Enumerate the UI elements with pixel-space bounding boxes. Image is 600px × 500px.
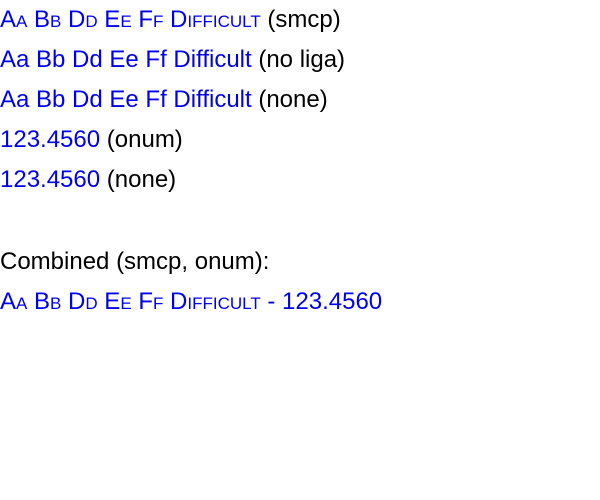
combined-heading: Combined (smcp, onum):	[0, 242, 269, 282]
sample-line-none-text: Aa Bb Dd Ee Ff Difficult (none)	[0, 80, 328, 120]
sample-line-onum: 123.4560 (onum)	[0, 120, 183, 160]
none-text-label: (none)	[258, 86, 328, 113]
combined-sample-text: Aa Bb Dd Ee Ff Difficult - 123.4560	[0, 288, 383, 315]
onum-label: (onum)	[106, 126, 183, 153]
no-liga-label: (no liga)	[258, 46, 346, 73]
none-number-label: (none)	[106, 166, 177, 193]
sample-line-none-number: 123.4560 (none)	[0, 160, 176, 200]
none-text-sample: Aa Bb Dd Ee Ff Difficult	[0, 86, 252, 113]
sample-line-smcp: Aa Bb Dd Ee Ff Difficult (smcp)	[0, 0, 341, 40]
no-liga-sample-text: Aa Bb Dd Ee Ff Difficult	[0, 46, 252, 73]
onum-sample-number: 123.4560	[0, 126, 101, 153]
smcp-sample-text: Aa Bb Dd Ee Ff Difficult	[0, 6, 261, 33]
combined-heading-text: Combined (smcp, onum):	[0, 248, 270, 275]
combined-sample-line: Aa Bb Dd Ee Ff Difficult - 123.4560	[0, 282, 382, 322]
smcp-label: (smcp)	[267, 6, 341, 33]
sample-line-no-liga: Aa Bb Dd Ee Ff Difficult (no liga)	[0, 40, 345, 80]
none-number-sample: 123.4560	[0, 166, 101, 193]
